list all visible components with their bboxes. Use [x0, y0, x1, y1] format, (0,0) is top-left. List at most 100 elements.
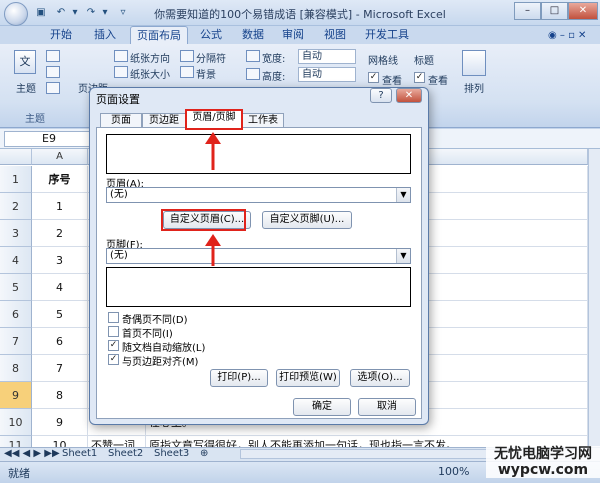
theme-colors-icon[interactable]	[46, 50, 60, 62]
print-preview-button[interactable]: 打印预览(W)	[276, 369, 340, 387]
custom-footer-button[interactable]: 自定义页脚(U)...	[262, 211, 352, 229]
odd-even-checkbox[interactable]	[108, 312, 119, 323]
cell-a[interactable]: 7	[32, 355, 88, 382]
headings-view-checkbox[interactable]: ✓	[414, 72, 425, 83]
vertical-scrollbar[interactable]	[588, 149, 600, 447]
watermark-line2: wypcw.com	[497, 462, 589, 478]
gridlines-label: 网格线	[368, 56, 398, 67]
row-header[interactable]: 7	[0, 328, 32, 355]
chevron-down-icon[interactable]: ▼	[396, 249, 410, 263]
height-icon	[246, 68, 260, 80]
odd-even-label: 奇偶页不同(D)	[122, 315, 188, 326]
row-header[interactable]: 2	[0, 193, 32, 220]
first-page-label: 首页不同(I)	[122, 329, 173, 340]
orientation-button[interactable]: 纸张方向	[130, 50, 170, 65]
cancel-button[interactable]: 取消	[358, 398, 416, 416]
ribbon-help-icon[interactable]: ◉ – ▫ ✕	[548, 30, 586, 41]
arrange-icon[interactable]	[462, 50, 486, 76]
sheet-tab-2[interactable]: Sheet2	[108, 447, 143, 461]
close-button[interactable]: ✕	[568, 2, 598, 20]
row-header[interactable]: 9	[0, 382, 32, 409]
tab-page-layout[interactable]: 页面布局	[130, 26, 188, 44]
arrange-button[interactable]: 排列	[464, 80, 484, 95]
scale-with-doc-label: 随文档自动缩放(L)	[122, 343, 206, 354]
footer-select[interactable]: (无) ▼	[106, 248, 411, 264]
sheet-tab-1[interactable]: Sheet1	[62, 447, 97, 461]
watermark: 无忧电脑学习网 wypcw.com	[486, 446, 600, 478]
tab-insert[interactable]: 插入	[88, 26, 122, 44]
scale-with-doc-checkbox[interactable]: ✓	[108, 340, 119, 351]
tab-developer[interactable]: 开发工具	[362, 26, 412, 44]
sheet-tab-3[interactable]: Sheet3	[154, 447, 189, 461]
tab-formulas[interactable]: 公式	[194, 26, 228, 44]
themes-button[interactable]: 主题	[16, 80, 36, 95]
footer-preview	[106, 267, 411, 307]
maximize-button[interactable]: □	[541, 2, 568, 20]
watermark-line1: 无忧电脑学习网	[494, 446, 592, 462]
name-box[interactable]: E9	[4, 131, 94, 147]
height-label: 高度:	[262, 72, 286, 83]
col-header-a[interactable]: A	[32, 149, 88, 165]
new-sheet-icon[interactable]: ⊕	[200, 447, 208, 461]
themes-group-label: 主题	[25, 114, 45, 125]
options-button[interactable]: 选项(O)...	[350, 369, 410, 387]
first-page-checkbox[interactable]	[108, 326, 119, 337]
tab-view[interactable]: 视图	[318, 26, 352, 44]
cell-a[interactable]: 5	[32, 301, 88, 328]
theme-fonts-icon[interactable]	[46, 66, 60, 78]
ok-button[interactable]: 确定	[293, 398, 351, 416]
width-label: 宽度:	[262, 54, 286, 65]
window-title: 你需要知道的100个易错成语 [兼容模式] - Microsoft Excel	[154, 8, 446, 21]
header-select[interactable]: (无) ▼	[106, 187, 411, 203]
theme-effects-icon[interactable]	[46, 82, 60, 94]
background-button[interactable]: 背景	[196, 66, 216, 81]
row-header[interactable]: 3	[0, 220, 32, 247]
orientation-icon[interactable]	[114, 50, 128, 62]
background-icon[interactable]	[180, 66, 194, 78]
width-select[interactable]: 自动	[298, 49, 356, 64]
cell-a[interactable]: 8	[32, 382, 88, 409]
cell-a[interactable]: 4	[32, 274, 88, 301]
tab-highlight-box	[185, 109, 243, 130]
header-select-value: (无)	[110, 189, 128, 200]
width-icon	[246, 50, 260, 62]
breaks-icon[interactable]	[180, 50, 194, 62]
breaks-button[interactable]: 分隔符	[196, 50, 226, 65]
cell-a[interactable]: 6	[32, 328, 88, 355]
row-header[interactable]: 10	[0, 409, 32, 436]
custom-header-highlight	[161, 209, 246, 231]
dialog-help-button[interactable]: ?	[370, 88, 392, 103]
tab-review[interactable]: 审阅	[276, 26, 310, 44]
align-margins-label: 与页边距对齐(M)	[122, 357, 199, 368]
cell-a[interactable]: 2	[32, 220, 88, 247]
row-header[interactable]: 4	[0, 247, 32, 274]
row-header[interactable]: 1	[0, 166, 32, 193]
zoom-level[interactable]: 100%	[438, 465, 469, 478]
tab-data[interactable]: 数据	[236, 26, 270, 44]
tab-home[interactable]: 开始	[44, 26, 78, 44]
size-icon[interactable]	[114, 66, 128, 78]
size-button[interactable]: 纸张大小	[130, 66, 170, 81]
height-select[interactable]: 自动	[298, 67, 356, 82]
select-all-corner[interactable]	[0, 149, 32, 165]
align-margins-checkbox[interactable]: ✓	[108, 354, 119, 365]
print-button[interactable]: 打印(P)...	[210, 369, 268, 387]
header-preview	[106, 134, 411, 174]
row-header[interactable]: 8	[0, 355, 32, 382]
gridlines-view-label: 查看	[382, 76, 402, 87]
gridlines-view-checkbox[interactable]: ✓	[368, 72, 379, 83]
headings-view-label: 查看	[428, 76, 448, 87]
dialog-close-button[interactable]: ✕	[396, 88, 422, 103]
themes-icon[interactable]: 文	[14, 50, 36, 74]
minimize-button[interactable]: –	[514, 2, 541, 20]
cell-a[interactable]: 9	[32, 409, 88, 436]
row-header[interactable]: 5	[0, 274, 32, 301]
dialog-title: 页面设置	[96, 93, 140, 106]
cell-a[interactable]: 序号	[32, 166, 88, 193]
cell-a[interactable]: 3	[32, 247, 88, 274]
row-header[interactable]: 6	[0, 301, 32, 328]
sheet-nav-icon[interactable]: ◀◀ ◀ ▶ ▶▶	[4, 447, 60, 461]
chevron-down-icon[interactable]: ▼	[396, 188, 410, 202]
cell-a[interactable]: 1	[32, 193, 88, 220]
headings-label: 标题	[414, 56, 434, 67]
